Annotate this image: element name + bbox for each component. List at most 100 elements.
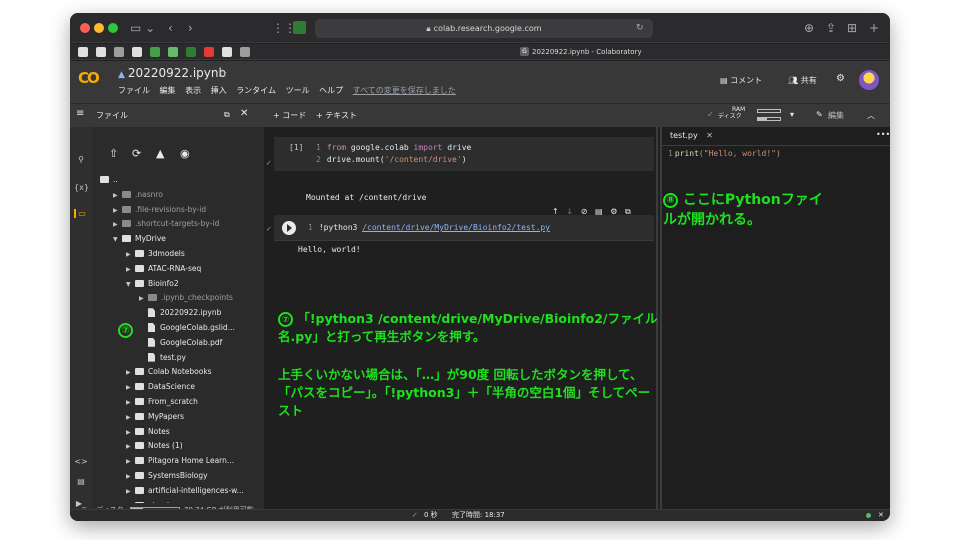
chevron-right-icon[interactable]: ▶ bbox=[113, 189, 122, 203]
toc-menu-icon[interactable]: ≡ bbox=[76, 108, 84, 119]
chevron-right-icon[interactable]: ▶ bbox=[126, 470, 135, 484]
show-hidden-eye-icon[interactable]: ◉ bbox=[180, 147, 190, 160]
zoom-window-button[interactable] bbox=[108, 23, 118, 33]
file-tree-item[interactable]: ▶ MyPapers bbox=[126, 410, 184, 424]
menu-insert[interactable]: 挿入 bbox=[211, 86, 227, 95]
cell2-line-1[interactable]: 1 !python3 /content/drive/MyDrive/Bioinfo… bbox=[308, 223, 550, 232]
editor-line-1[interactable]: 1 print("Hello, world!") bbox=[668, 149, 781, 158]
close-window-button[interactable] bbox=[80, 23, 90, 33]
edit-label[interactable]: 編集 bbox=[828, 110, 844, 121]
colab-logo[interactable]: CO bbox=[78, 69, 100, 87]
file-tree-item[interactable]: ▼ Bioinfo2 bbox=[126, 277, 179, 291]
file-tree-item[interactable]: ▶ Pitagora Home Learn... bbox=[126, 454, 234, 468]
bookmark-green-icon[interactable] bbox=[150, 47, 160, 57]
file-tree-item[interactable]: ▶ Notes (1) bbox=[126, 439, 183, 453]
bookmark-github3-icon[interactable] bbox=[132, 47, 142, 57]
collapse-header-icon[interactable]: ︿ bbox=[867, 110, 875, 121]
code-cell-1[interactable]: [1] 1 from google.colab import drive 2 dri… bbox=[274, 137, 654, 171]
ram-disk-indicator[interactable]: RAM ディスク bbox=[718, 106, 745, 120]
menu-runtime[interactable]: ランタイム bbox=[236, 86, 276, 95]
menu-view[interactable]: 表示 bbox=[185, 86, 201, 95]
file-tree-item[interactable]: ▶ artificial-intelligences-w... bbox=[126, 484, 244, 498]
minimize-window-button[interactable] bbox=[94, 23, 104, 33]
bookmark-youtube-icon[interactable] bbox=[204, 47, 214, 57]
file-tree-item[interactable]: ▶ 3dmodels bbox=[126, 247, 185, 261]
file-tree-item[interactable]: ▶ .file-revisions-by-id bbox=[113, 203, 206, 217]
upload-file-icon[interactable]: ⇧ bbox=[109, 147, 118, 160]
file-tree-item[interactable]: ▶ ATAC-RNA-seq bbox=[126, 262, 201, 276]
popout-icon[interactable]: ⧉ bbox=[224, 110, 230, 120]
share-icon[interactable]: ⇪ bbox=[826, 19, 836, 37]
active-tab-title[interactable]: 20220922.ipynb - Colaboratory bbox=[532, 46, 642, 58]
terminal-icon[interactable]: ▶_ bbox=[74, 499, 88, 508]
saved-status[interactable]: すべての変更を保存しました bbox=[353, 86, 456, 95]
file-tree-item[interactable]: GoogleColab.pdf bbox=[139, 336, 222, 350]
variables-icon[interactable]: {x} bbox=[74, 183, 89, 192]
runtime-dropdown-icon[interactable]: ▾ bbox=[790, 110, 794, 119]
code-snippets-icon[interactable]: <> bbox=[74, 457, 88, 466]
chevron-down-icon[interactable]: ▼ bbox=[126, 278, 135, 292]
forward-icon[interactable]: › bbox=[188, 19, 193, 37]
close-editor-tab-icon[interactable]: ✕ bbox=[706, 131, 713, 140]
bookmark-green2-icon[interactable] bbox=[168, 47, 178, 57]
file-tree-item[interactable]: ▶ Notes bbox=[126, 425, 170, 439]
chevron-right-icon[interactable]: ▶ bbox=[139, 292, 148, 306]
editor-more-icon[interactable]: ••• bbox=[876, 130, 890, 139]
file-tree-item[interactable]: ▶ .ipynb_checkpoints bbox=[139, 291, 233, 305]
chevron-right-icon[interactable]: ▶ bbox=[126, 426, 135, 440]
file-tree-item[interactable]: ▶ .shortcut-targets-by-id bbox=[113, 217, 219, 231]
file-tree-item[interactable]: 20220922.ipynb bbox=[139, 306, 221, 320]
chevron-right-icon[interactable]: ▶ bbox=[126, 248, 135, 262]
file-tree-item[interactable]: ▶ DataScience bbox=[126, 380, 195, 394]
refresh-icon[interactable]: ⟳ bbox=[132, 147, 141, 160]
add-text-button[interactable]: + テキスト bbox=[316, 110, 357, 121]
code-cell-2[interactable]: 1 !python3 /content/drive/MyDrive/Bioinfo… bbox=[274, 215, 654, 241]
address-bar[interactable]: 🔒︎ colab.research.google.com bbox=[315, 19, 653, 38]
share-button[interactable]: 👥︎ 共有 bbox=[788, 75, 817, 86]
bookmark-s2-icon[interactable] bbox=[240, 47, 250, 57]
editor-tab-test-py[interactable]: test.py ✕ bbox=[670, 131, 713, 140]
file-tree-item[interactable]: ▶ .nasnro bbox=[113, 188, 163, 202]
command-palette-icon[interactable]: ▤ bbox=[74, 477, 88, 486]
add-code-button[interactable]: + コード bbox=[273, 110, 306, 121]
file-tree-item[interactable]: ▼ MyDrive bbox=[113, 232, 166, 246]
run-cell-button[interactable] bbox=[282, 221, 296, 235]
chevron-right-icon[interactable]: ▶ bbox=[113, 204, 122, 218]
file-tree-item[interactable]: test.py bbox=[139, 351, 186, 365]
close-panel-icon[interactable]: ✕ bbox=[240, 108, 248, 119]
star-icon[interactable]: ☆ bbox=[218, 67, 228, 80]
bookmark-s-icon[interactable] bbox=[114, 47, 124, 57]
bookmark-d-icon[interactable] bbox=[222, 47, 232, 57]
file-tree-item[interactable]: .. bbox=[100, 173, 118, 187]
chevron-right-icon[interactable]: ▶ bbox=[126, 411, 135, 425]
file-tree-item[interactable]: ▶ From_scratch bbox=[126, 395, 198, 409]
chevron-right-icon[interactable]: ▶ bbox=[126, 440, 135, 454]
notebook-title[interactable]: ▲ 20220922.ipynb bbox=[118, 66, 226, 80]
search-icon[interactable]: ⚲ bbox=[74, 155, 88, 164]
chevron-right-icon[interactable]: ▶ bbox=[126, 485, 135, 499]
reload-icon[interactable]: ↻ bbox=[636, 19, 644, 37]
file-tree-item[interactable]: GoogleColab.gslid... bbox=[139, 321, 235, 335]
menu-file[interactable]: ファイル bbox=[118, 86, 150, 95]
chevron-right-icon[interactable]: ▶ bbox=[126, 455, 135, 469]
menu-tools[interactable]: ツール bbox=[286, 86, 310, 95]
menu-help[interactable]: ヘルプ bbox=[319, 86, 343, 95]
chevron-right-icon[interactable]: ▶ bbox=[126, 263, 135, 277]
chevron-right-icon[interactable]: ▶ bbox=[126, 381, 135, 395]
bookmark-g-icon[interactable] bbox=[186, 47, 196, 57]
back-icon[interactable]: ‹ bbox=[168, 19, 173, 37]
file-tree-item[interactable]: ▶ Colab Notebooks bbox=[126, 365, 212, 379]
chevron-right-icon[interactable]: ▶ bbox=[126, 396, 135, 410]
settings-gear-icon[interactable]: ⚙ bbox=[836, 73, 845, 84]
bookmark-github-icon[interactable] bbox=[78, 47, 88, 57]
chevron-down-icon[interactable]: ▼ bbox=[113, 233, 122, 247]
tabs-icon[interactable]: ⊞ bbox=[847, 19, 857, 37]
extension-icon[interactable] bbox=[293, 21, 306, 34]
edit-pencil-icon[interactable]: ✎ bbox=[816, 110, 823, 119]
notebook-name[interactable]: 20220922.ipynb bbox=[128, 66, 226, 80]
mount-drive-icon[interactable]: ▲ bbox=[156, 147, 164, 160]
new-tab-icon[interactable]: + bbox=[869, 19, 879, 37]
bookmark-github2-icon[interactable] bbox=[96, 47, 106, 57]
file-tree-item[interactable]: ▶ SystemsBiology bbox=[126, 469, 208, 483]
sidebar-icon[interactable]: ▭ ⌄ bbox=[130, 19, 155, 37]
